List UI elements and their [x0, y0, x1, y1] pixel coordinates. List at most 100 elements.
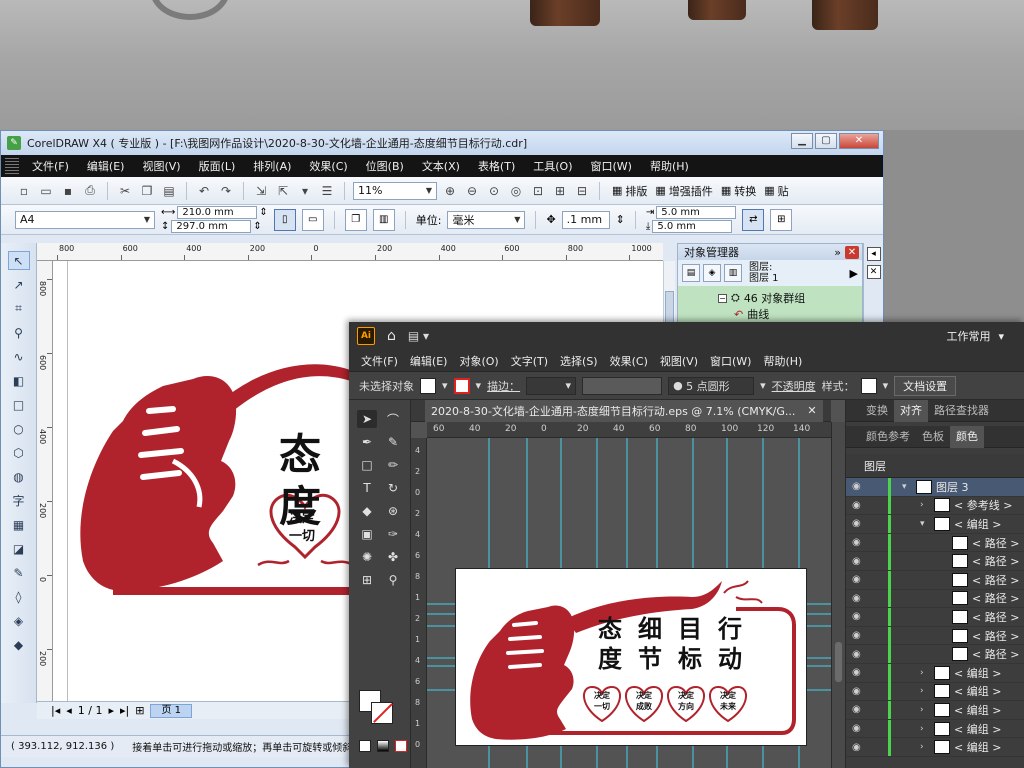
corel-menu-item[interactable]: 位图(B)	[357, 158, 413, 174]
type-tool-icon[interactable]: T	[357, 479, 377, 497]
home-icon[interactable]: ⌂	[387, 328, 396, 344]
last-page-icon[interactable]: ▸|	[120, 704, 129, 717]
height-stepper-icon[interactable]: ⇕	[253, 221, 261, 232]
maximize-button[interactable]: ▢	[815, 133, 837, 149]
expand-caret-icon[interactable]: ›	[920, 500, 924, 510]
corel-menu-item[interactable]: 效果(C)	[300, 158, 356, 174]
portrait-button[interactable]: ▯	[273, 208, 296, 231]
layer-row[interactable]: ◉ < 路径 >	[846, 570, 1024, 590]
flyout-arrow-icon[interactable]: ▶	[850, 267, 858, 280]
application-launcher-icon[interactable]: ▾	[296, 182, 314, 200]
next-page-icon[interactable]: ▸	[108, 704, 114, 717]
layer-row[interactable]: ◉ < 路径 >	[846, 533, 1024, 553]
zoom-height-icon[interactable]: ⊟	[573, 182, 591, 200]
corel-menu-item[interactable]: 帮助(H)	[641, 158, 698, 174]
visibility-eye-icon[interactable]: ◉	[852, 574, 864, 585]
corel-menu-item[interactable]: 文本(X)	[413, 158, 469, 174]
ai-vertical-scrollbar[interactable]	[831, 422, 845, 768]
dup-y-field[interactable]: 5.0 mm	[652, 220, 733, 233]
variable-width-profile[interactable]	[582, 376, 663, 395]
open-icon[interactable]: ▭	[37, 182, 55, 200]
undo-icon[interactable]: ↶	[195, 182, 213, 200]
panel-tab[interactable]: 变换	[860, 400, 894, 422]
pick-tool-icon[interactable]: ↖	[7, 251, 30, 270]
stroke-label[interactable]: 描边：	[487, 378, 520, 394]
layer-row[interactable]: ◉ › < 编组 >	[846, 738, 1024, 757]
lasso-tool-icon[interactable]: ⌒	[383, 410, 403, 428]
docker-close-icon[interactable]: ✕	[866, 265, 881, 279]
collapse-icon[interactable]: »	[834, 246, 841, 259]
export-icon[interactable]: ⇱	[274, 182, 292, 200]
artboard-tool-icon[interactable]: ⊞	[357, 571, 377, 589]
landscape-button[interactable]: ▭	[301, 208, 324, 231]
visibility-eye-icon[interactable]: ◉	[852, 518, 864, 529]
fill-swatch[interactable]	[420, 377, 436, 394]
outline-tool-icon[interactable]: ◊	[8, 587, 30, 606]
visibility-eye-icon[interactable]: ◉	[852, 481, 864, 492]
ai-menu-item[interactable]: 帮助(H)	[757, 353, 808, 369]
layer-row[interactable]: ◉ < 路径 >	[846, 589, 1024, 609]
all-pages-button[interactable]: ❐	[344, 208, 367, 231]
layer-row[interactable]: ◉ < 路径 >	[846, 626, 1024, 646]
visibility-eye-icon[interactable]: ◉	[852, 556, 864, 567]
shape-tool-icon[interactable]: ↗	[8, 275, 30, 294]
import-icon[interactable]: ⇲	[252, 182, 270, 200]
layer-row[interactable]: ◉ ▾ 图层 3	[846, 477, 1024, 497]
add-page-icon[interactable]: ⊞	[135, 704, 144, 717]
corel-menu-item[interactable]: 版面(L)	[190, 158, 245, 174]
pen-tool-icon[interactable]: ✒	[357, 433, 377, 451]
text-tool-icon[interactable]: 字	[8, 491, 30, 510]
panel-tab[interactable]: 颜色参考	[860, 426, 916, 448]
close-button[interactable]: ✕	[839, 133, 879, 149]
ai-menu-item[interactable]: 选择(S)	[554, 353, 604, 369]
welcome-screen-icon[interactable]: ☰	[318, 182, 336, 200]
visibility-eye-icon[interactable]: ◉	[852, 630, 864, 641]
eraser-tool-icon[interactable]: ◆	[357, 502, 377, 520]
visibility-eye-icon[interactable]: ◉	[852, 704, 864, 715]
layer-row[interactable]: ◉ › < 参考线 >	[846, 496, 1024, 516]
edit-across-layers-icon[interactable]: ◈	[703, 264, 721, 282]
panel-tab[interactable]: 对齐	[894, 399, 928, 422]
smart-fill-icon[interactable]: ◧	[8, 371, 30, 390]
docker-toggle-icon[interactable]: ◂	[866, 247, 881, 261]
ai-scroll-thumb[interactable]	[835, 642, 842, 682]
show-properties-icon[interactable]: ▤	[682, 264, 700, 282]
minimize-button[interactable]: ▁	[791, 133, 813, 149]
current-page-button[interactable]: ▥	[372, 208, 395, 231]
zoom-all-icon[interactable]: ◎	[507, 182, 525, 200]
gradient-tool-icon[interactable]: ▣	[357, 525, 377, 543]
symbol-sprayer-icon[interactable]: ✤	[383, 548, 403, 566]
width-stepper-icon[interactable]: ⇕	[259, 207, 267, 218]
layer-row[interactable]: ◉ › < 编组 >	[846, 719, 1024, 739]
expand-caret-icon[interactable]: ›	[920, 742, 924, 752]
tree-group-row[interactable]: − ⛭ 46 对象群组	[718, 290, 862, 306]
corel-menu-item[interactable]: 编辑(E)	[78, 158, 134, 174]
arrange-documents-icon[interactable]: ▤ ▾	[408, 329, 429, 343]
zoom-page-icon[interactable]: ⊡	[529, 182, 547, 200]
ellipse-tool-icon[interactable]: ○	[8, 419, 30, 438]
eyedropper-tool-icon[interactable]: ✎	[8, 563, 30, 582]
layout-button[interactable]: ▦ 排版	[612, 183, 647, 199]
print-icon[interactable]: ⎙	[81, 182, 99, 200]
ai-menu-item[interactable]: 窗口(W)	[704, 353, 757, 369]
paste-special-button[interactable]: ▦ 贴	[764, 183, 788, 199]
cut-icon[interactable]: ✂	[116, 182, 134, 200]
fill-dropdown-icon[interactable]: ▾	[442, 379, 448, 392]
layer-row[interactable]: ◉ < 路径 >	[846, 552, 1024, 571]
gradient-icon[interactable]	[377, 740, 389, 752]
plugin-button[interactable]: ▦ 增强插件	[655, 183, 712, 199]
panel-tab[interactable]: 路径查找器	[928, 400, 995, 422]
unit-select[interactable]: 毫米 ▼	[447, 210, 526, 229]
ai-menu-item[interactable]: 文字(T)	[505, 353, 554, 369]
convert-button[interactable]: ▦ 转换	[721, 183, 756, 199]
redo-icon[interactable]: ↷	[217, 182, 235, 200]
layer-row[interactable]: ◉ › < 编组 >	[846, 682, 1024, 702]
brush-select[interactable]: ● 5 点圆形	[668, 376, 755, 395]
layer-row[interactable]: ◉ < 路径 >	[846, 607, 1024, 627]
save-icon[interactable]: ▪	[59, 182, 77, 200]
corel-menu-item[interactable]: 表格(T)	[469, 158, 524, 174]
ai-menu-item[interactable]: 效果(C)	[604, 353, 654, 369]
visibility-eye-icon[interactable]: ◉	[852, 593, 864, 604]
workspace-dropdown-icon[interactable]: ▾	[998, 330, 1004, 343]
layer-row[interactable]: ◉ < 路径 >	[846, 645, 1024, 664]
